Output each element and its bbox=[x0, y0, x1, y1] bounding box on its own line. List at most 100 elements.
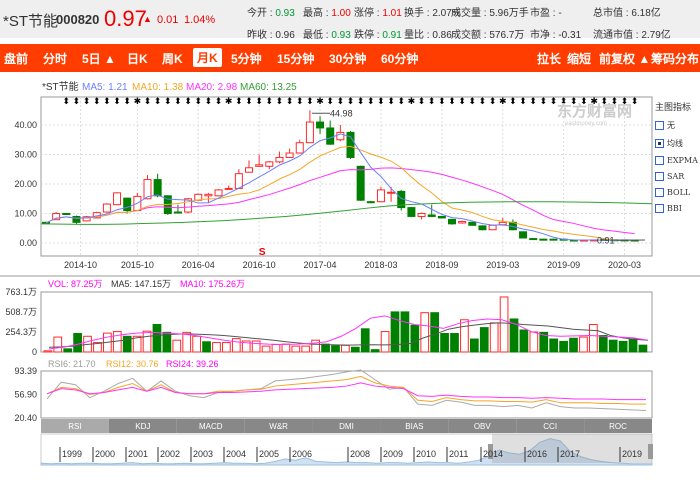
ma10-line bbox=[45, 145, 635, 241]
volume-bar bbox=[479, 327, 489, 353]
quote-value: 0.86 bbox=[432, 30, 452, 41]
kline-chart[interactable]: *ST节能 MA5: 1.21 MA10: 1.38 MA20: 2.98 MA… bbox=[0, 72, 700, 486]
candle bbox=[549, 238, 558, 241]
year-label: 2016 bbox=[527, 449, 547, 459]
event-marker-icon: ⬍ bbox=[93, 96, 101, 106]
checkbox[interactable] bbox=[655, 172, 664, 181]
main-indicator-panel: 主图指标 无均线 EXPMA SAR BOLL BBI bbox=[655, 100, 698, 213]
quote-0-5: 市盈 : - bbox=[530, 8, 562, 19]
candle bbox=[305, 121, 314, 144]
quote-label: 最高 bbox=[303, 8, 323, 19]
max-price-label: 44.98 bbox=[330, 108, 353, 118]
checkbox[interactable] bbox=[655, 188, 664, 197]
event-marker-icon: ⬍ bbox=[489, 96, 497, 106]
chart-title: *ST节能 bbox=[42, 80, 79, 93]
volume-bar bbox=[142, 330, 152, 353]
quote-1-5: 市净 : -0.31 bbox=[530, 30, 582, 41]
indicator-option[interactable]: 无 bbox=[655, 120, 698, 131]
candle bbox=[488, 224, 497, 231]
nav-right-3[interactable]: 筹码分布 bbox=[651, 50, 699, 67]
y-tick-label: 10.00 bbox=[14, 209, 37, 219]
event-marker-icon: ⬍ bbox=[215, 96, 223, 106]
vol-y-tick: 254.3万 bbox=[5, 327, 37, 337]
volume-bar bbox=[321, 343, 330, 353]
volume-bar bbox=[440, 333, 449, 353]
x-tick-label: 2019-03 bbox=[486, 260, 519, 270]
candle bbox=[519, 231, 528, 239]
nav-right-0[interactable]: 拉长 bbox=[537, 50, 561, 67]
checkbox[interactable] bbox=[655, 139, 664, 148]
event-marker-icon: ⬍ bbox=[205, 96, 213, 106]
checkbox[interactable] bbox=[655, 156, 664, 165]
candle bbox=[417, 213, 426, 217]
tab-label[interactable]: MACD bbox=[199, 422, 223, 431]
nav-5[interactable]: 月K bbox=[193, 48, 222, 67]
checkbox[interactable] bbox=[655, 121, 664, 130]
nav-4[interactable]: 周K bbox=[162, 50, 183, 67]
quote-label: 成交量 bbox=[451, 8, 481, 19]
tab-label[interactable]: ROC bbox=[609, 422, 627, 431]
nav-7[interactable]: 15分钟 bbox=[277, 50, 314, 67]
nav-3[interactable]: 日K bbox=[127, 50, 148, 67]
quote-value: 0.91 bbox=[382, 30, 402, 41]
price-change: 0.01 bbox=[157, 14, 179, 26]
quote-1-2: 跌停 : 0.91 bbox=[354, 30, 402, 41]
nav-1[interactable]: 分时 bbox=[43, 50, 67, 67]
year-label: 2006 bbox=[292, 449, 312, 459]
event-marker-icon: ⬍ bbox=[266, 96, 274, 106]
event-marker-icon: ✱ bbox=[225, 96, 233, 106]
volume-bar bbox=[400, 311, 410, 353]
year-label: 2001 bbox=[128, 449, 148, 459]
nav-6[interactable]: 5分钟 bbox=[231, 50, 262, 67]
year-label: 2000 bbox=[95, 449, 115, 459]
quote-1-1: 最低 : 0.93 bbox=[303, 30, 351, 41]
quote-0-1: 最高 : 1.00 bbox=[303, 8, 351, 19]
volume-bar bbox=[519, 329, 529, 353]
volume-bar bbox=[291, 345, 301, 353]
nav-right-2[interactable]: 前复权 ▲ bbox=[599, 50, 650, 67]
candle bbox=[275, 156, 284, 163]
navigator-handle-right[interactable] bbox=[648, 444, 653, 459]
volume-bar bbox=[152, 323, 162, 353]
x-tick-label: 2015-10 bbox=[121, 260, 154, 270]
checkbox[interactable] bbox=[655, 204, 664, 213]
volume-bar bbox=[360, 328, 370, 353]
x-tick-label: 2017-04 bbox=[304, 260, 337, 270]
candle bbox=[529, 238, 538, 241]
nav-right-1[interactable]: 缩短 bbox=[567, 50, 591, 67]
candle bbox=[478, 225, 487, 231]
candle bbox=[458, 220, 467, 224]
indicator-option[interactable]: 均线 bbox=[655, 138, 698, 149]
volume-bar bbox=[192, 335, 201, 353]
candle bbox=[468, 221, 477, 226]
candle bbox=[448, 218, 456, 225]
nav-0[interactable]: 盘前 bbox=[4, 50, 28, 67]
indicator-option[interactable]: EXPMA bbox=[655, 156, 698, 165]
nav-8[interactable]: 30分钟 bbox=[329, 50, 366, 67]
nav-9[interactable]: 60分钟 bbox=[381, 50, 418, 67]
volume-bar bbox=[420, 312, 430, 353]
tab-label[interactable]: DMI bbox=[339, 422, 354, 431]
tab-label[interactable]: OBV bbox=[474, 422, 492, 431]
quote-label: 量比 bbox=[404, 30, 424, 41]
tab-label[interactable]: CCI bbox=[543, 422, 557, 431]
rsi-y-tick: 56.90 bbox=[14, 389, 37, 399]
indicator-option[interactable]: BOLL bbox=[655, 188, 698, 197]
vol-y-tick: 0 bbox=[32, 347, 37, 357]
tab-label[interactable]: BIAS bbox=[405, 422, 423, 431]
candle bbox=[123, 197, 132, 212]
nav-2[interactable]: 5日 ▲ bbox=[82, 50, 116, 67]
event-marker-icon: ✱ bbox=[499, 96, 507, 106]
quote-0-4: 成交量 : 5.96万手 bbox=[451, 8, 529, 19]
indicator-option[interactable]: SAR bbox=[655, 172, 698, 181]
candle bbox=[214, 189, 223, 197]
min-price-label: 0.91 bbox=[597, 235, 615, 245]
event-marker-icon: ⬍ bbox=[458, 96, 466, 106]
tab-label[interactable]: KDJ bbox=[135, 422, 150, 431]
tab-label[interactable]: W&R bbox=[269, 422, 288, 431]
period-toolbar: 盘前 分时 5日 ▲ 日K 周K 月K 5分钟 15分钟 30分钟 60分钟 拉长 缩短 前复权 ▲ 筹码… bbox=[0, 44, 700, 72]
indicator-option[interactable]: BBI bbox=[655, 204, 698, 213]
quote-label: 流通市值 bbox=[593, 30, 633, 41]
volume-bar bbox=[608, 339, 618, 353]
tab-label[interactable]: RSI bbox=[68, 422, 81, 431]
